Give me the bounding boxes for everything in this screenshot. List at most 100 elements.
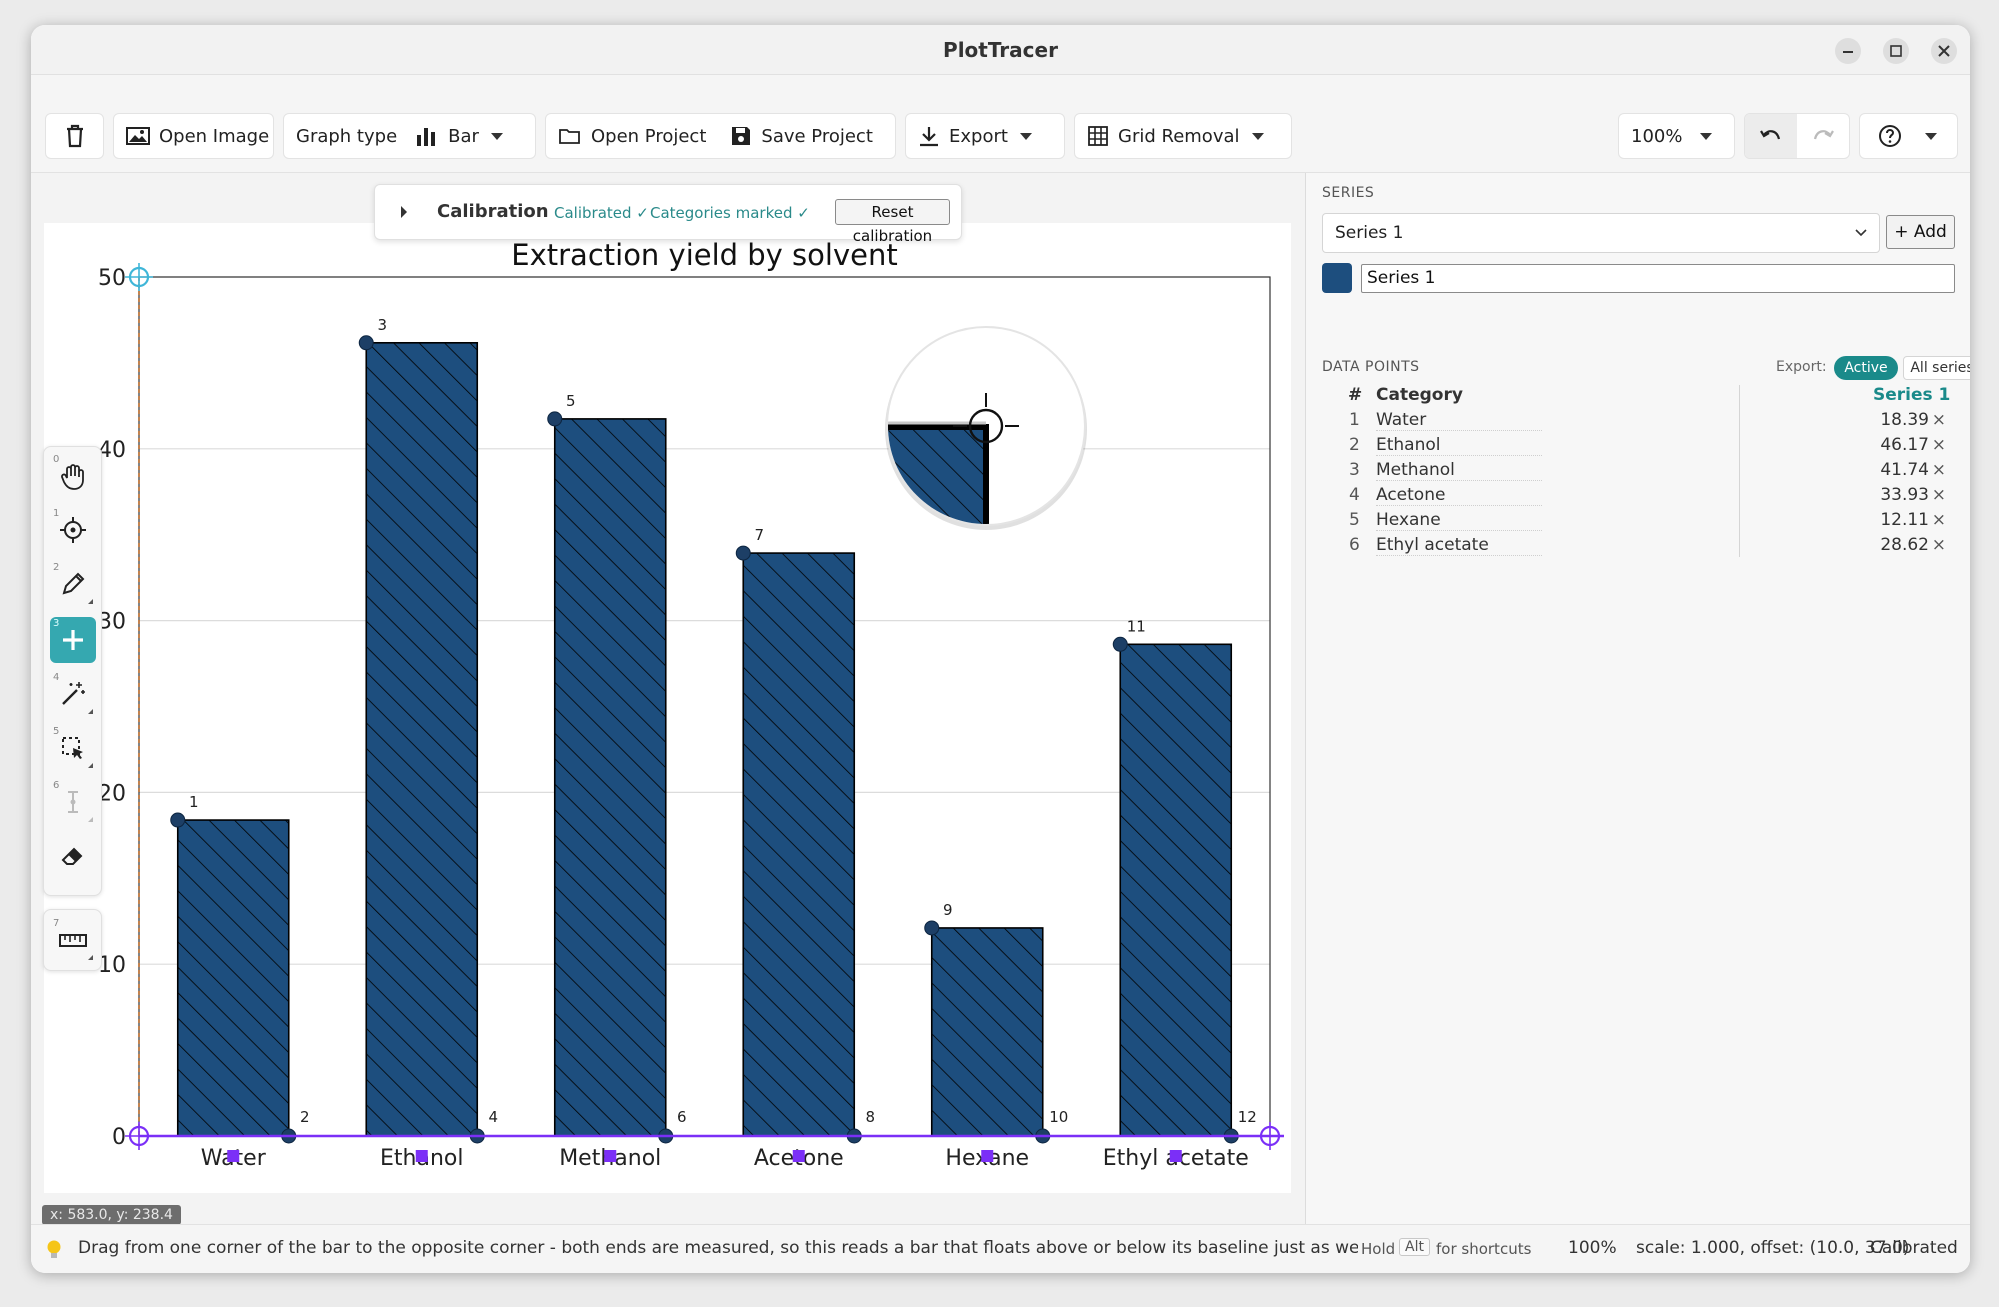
table-row[interactable]: 2 Ethanol 46.17 × — [1322, 435, 1962, 460]
open-image-button[interactable]: Open Image — [113, 113, 274, 159]
row-number: 2 — [1349, 435, 1360, 455]
download-icon — [920, 127, 938, 147]
chevron-down-icon — [1019, 132, 1032, 140]
trash-icon — [66, 124, 83, 148]
row-value: 41.74 — [1880, 460, 1929, 480]
side-panel: SERIES Series 1 + Add Series 1 DATA POIN… — [1305, 173, 1970, 1224]
row-number: 1 — [1349, 410, 1360, 430]
zoom-dropdown[interactable]: 100% — [1618, 113, 1735, 159]
bar[interactable] — [553, 418, 667, 1137]
data-point-marker[interactable] — [924, 920, 940, 936]
row-category: Acetone — [1376, 485, 1542, 506]
delete-row-icon[interactable]: × — [1932, 485, 1946, 505]
series-heading: SERIES — [1322, 185, 1375, 201]
category-marker[interactable] — [415, 1150, 428, 1162]
export-all-toggle[interactable]: All series — [1903, 356, 1970, 380]
category-marker[interactable] — [227, 1150, 240, 1162]
plus-icon — [63, 630, 83, 650]
category-marker[interactable] — [981, 1150, 994, 1162]
graph-type-label: Graph type — [296, 125, 398, 147]
row-number: 5 — [1349, 510, 1360, 530]
table-row[interactable]: 5 Hexane 12.11 × — [1322, 510, 1962, 535]
bar-chart[interactable]: 01020304050Extraction yield by solventWa… — [44, 223, 1291, 1193]
table-row[interactable]: 4 Acetone 33.93 × — [1322, 485, 1962, 510]
delete-row-icon[interactable]: × — [1932, 410, 1946, 430]
point-label: 2 — [300, 1108, 310, 1126]
delete-row-icon[interactable]: × — [1932, 510, 1946, 530]
draw-tool[interactable]: 2 — [50, 561, 96, 607]
data-point-marker[interactable] — [547, 411, 563, 427]
open-project-button[interactable]: Open Project — [546, 114, 718, 158]
chevron-right-icon[interactable] — [399, 205, 409, 219]
table-row[interactable]: 1 Water 18.39 × — [1322, 410, 1962, 435]
row-value: 46.17 — [1880, 435, 1929, 455]
bar[interactable] — [742, 552, 856, 1137]
data-point-marker[interactable] — [1112, 636, 1128, 652]
project-group: Open Project Save Project — [545, 113, 896, 159]
reset-calibration-button[interactable]: Reset calibration — [835, 199, 950, 245]
chevron-down-icon — [1855, 229, 1867, 237]
chevron-down-icon — [1700, 132, 1713, 140]
grid-removal-label: Grid Removal — [1118, 125, 1240, 147]
point-label: 7 — [754, 526, 764, 544]
category-marker[interactable] — [604, 1150, 617, 1162]
table-row[interactable]: 3 Methanol 41.74 × — [1322, 460, 1962, 485]
category-marker[interactable] — [1169, 1150, 1182, 1162]
graph-type-group: Graph type Bar — [283, 113, 536, 159]
delete-row-icon[interactable]: × — [1932, 535, 1946, 555]
categories-marked-status: Categories marked ✓ — [650, 204, 810, 222]
maximize-button[interactable] — [1883, 38, 1909, 64]
delete-row-icon[interactable]: × — [1932, 460, 1946, 480]
box-select-tool[interactable]: 5 — [50, 725, 96, 771]
eraser-tool[interactable] — [50, 833, 96, 879]
bar[interactable] — [930, 927, 1044, 1137]
help-dropdown[interactable] — [1859, 113, 1958, 159]
bar[interactable] — [365, 341, 479, 1137]
save-icon — [732, 127, 751, 145]
auto-detect-tool[interactable]: 4 — [50, 671, 96, 717]
point-label: 9 — [943, 901, 953, 919]
chart-title: Extraction yield by solvent — [511, 238, 897, 272]
calibrate-tool[interactable]: 1 — [50, 507, 96, 553]
export-dropdown[interactable]: Export — [905, 113, 1065, 159]
delete-button[interactable] — [45, 113, 104, 159]
window-title: PlotTracer — [943, 38, 1058, 62]
series-name-input[interactable]: Series 1 — [1361, 264, 1955, 293]
minimize-button[interactable] — [1835, 38, 1861, 64]
redo-button[interactable] — [1797, 114, 1849, 158]
row-category: Water — [1376, 410, 1542, 431]
delete-row-icon[interactable]: × — [1932, 435, 1946, 455]
add-series-button[interactable]: + Add — [1886, 215, 1955, 249]
data-point-marker[interactable] — [358, 335, 374, 351]
export-scope-label: Export: — [1776, 359, 1827, 375]
status-hint: Drag from one corner of the bar to the o… — [78, 1238, 1358, 1258]
close-button[interactable] — [1931, 38, 1957, 64]
series-select[interactable]: Series 1 — [1322, 213, 1880, 253]
export-active-toggle[interactable]: Active — [1834, 356, 1898, 380]
bar-chart-icon — [417, 128, 436, 146]
category-marker[interactable] — [792, 1150, 805, 1162]
series-color-swatch[interactable] — [1322, 263, 1352, 293]
data-point-marker[interactable] — [735, 545, 751, 561]
pan-tool[interactable]: 0 — [50, 453, 96, 499]
bar[interactable] — [1119, 643, 1233, 1137]
data-point-marker[interactable] — [170, 812, 186, 828]
status-scale-offset: scale: 1.000, offset: (10.0, 37.0) — [1636, 1238, 1910, 1258]
error-bar-tool[interactable]: 6 — [50, 779, 96, 825]
grid-removal-dropdown[interactable]: Grid Removal — [1074, 113, 1292, 159]
point-label: 10 — [1049, 1108, 1068, 1126]
bar[interactable] — [176, 819, 290, 1137]
folder-open-icon — [559, 129, 580, 144]
plot-image[interactable]: 01020304050Extraction yield by solventWa… — [44, 223, 1291, 1193]
save-project-button[interactable]: Save Project — [718, 114, 885, 158]
row-value: 18.39 — [1880, 410, 1929, 430]
add-point-tool[interactable]: 3 — [50, 617, 96, 663]
undo-button[interactable] — [1745, 114, 1797, 158]
graph-type-dropdown[interactable]: Bar — [403, 114, 515, 158]
measure-tool[interactable]: 7 — [50, 917, 96, 963]
open-image-label: Open Image — [159, 125, 270, 147]
point-label: 12 — [1238, 1108, 1257, 1126]
point-label: 8 — [865, 1108, 875, 1126]
table-row[interactable]: 6 Ethyl acetate 28.62 × — [1322, 535, 1962, 560]
point-label: 1 — [189, 793, 199, 811]
